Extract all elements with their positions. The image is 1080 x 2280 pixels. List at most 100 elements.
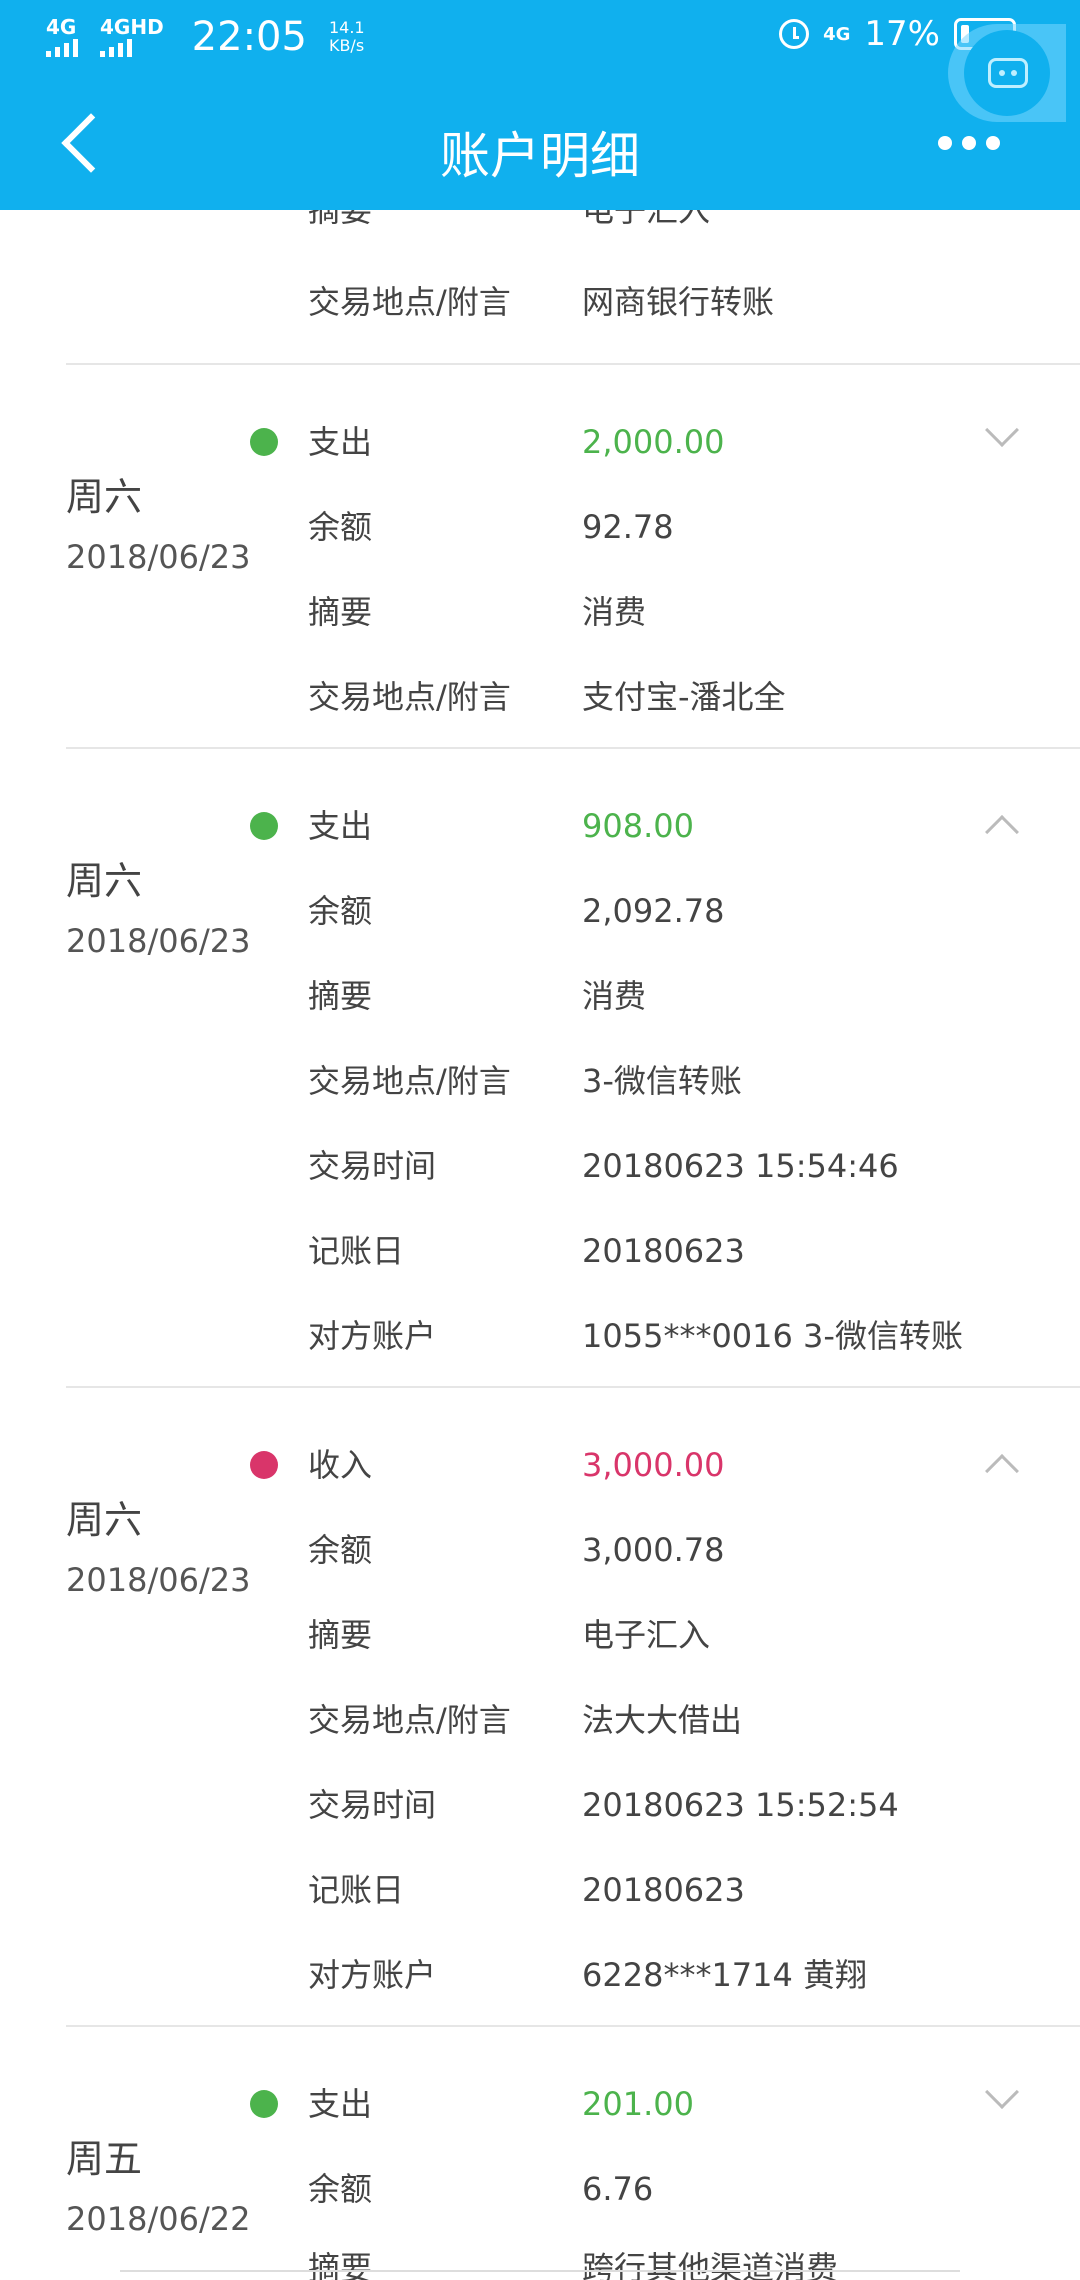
signal-icon-1: 4G: [46, 17, 78, 57]
row-value: 电子汇入: [582, 1616, 711, 1654]
assistant-robot-button[interactable]: [948, 24, 1066, 122]
weekday: 周六: [66, 1498, 143, 1542]
detail-row: 交易时间 20180623 15:52:54: [308, 1775, 1068, 1835]
detail-row: 交易地点/附言 支付宝-潘北全: [308, 667, 1068, 727]
row-label: 余额: [308, 508, 373, 546]
row-label: 交易地点/附言: [308, 1062, 511, 1100]
detail-row: 交易地点/附言 法大大借出: [308, 1690, 1068, 1750]
row-value: 消费: [582, 593, 647, 631]
date: 2018/06/22: [66, 2200, 251, 2238]
nav-bar: 账户明细: [0, 80, 1080, 210]
transaction-record[interactable]: 周六 2018/06/23 收入 3,000.00 余额 3,000.78 摘要…: [0, 1387, 1080, 2025]
row-label: 摘要: [308, 977, 373, 1015]
row-label: 余额: [308, 1531, 373, 1569]
alarm-icon: [779, 19, 810, 49]
row-label: 记账日: [308, 1232, 405, 1270]
network-type-label: 4G: [46, 15, 77, 39]
detail-row: 记账日 20180623: [308, 1221, 1068, 1281]
speed-unit: KB/s: [328, 36, 365, 55]
row-label: 交易时间: [308, 1786, 437, 1824]
detail-row: 摘要 消费: [308, 966, 1068, 1026]
row-value: 20180623: [582, 1871, 745, 1909]
row-label: 交易地点/附言: [308, 678, 511, 716]
transaction-record[interactable]: 周六 2018/06/23 支出 2,000.00 余额 92.78 摘要 消费…: [0, 364, 1080, 747]
battery-percent: 17%: [864, 14, 940, 54]
robot-icon: [964, 30, 1050, 116]
row-value: 法大大借出: [582, 1701, 743, 1739]
row-label: 摘要: [308, 1616, 373, 1654]
row-value: 3-微信转账: [582, 1062, 742, 1100]
detail-row: 对方账户 6228***1714 黄翔: [308, 1945, 1068, 2005]
transaction-record[interactable]: 周六 2018/06/23 支出 908.00 余额 2,092.78 摘要 消…: [0, 748, 1080, 1386]
network-4g-label: 4G: [823, 23, 851, 45]
row-label: 交易地点/附言: [308, 1701, 511, 1739]
detail-row: 交易地点/附言 3-微信转账: [308, 1051, 1068, 1111]
row-label: 余额: [308, 2170, 373, 2208]
page-title: 账户明细: [440, 127, 640, 185]
expense-dot-icon: [250, 428, 278, 456]
status-bar: 4G 4GHD 22:05 14.1 KB/s 4G 17%: [0, 0, 1080, 80]
row-label: 支出: [308, 807, 373, 845]
row-value: 网商银行转账: [582, 283, 775, 321]
row-value: 电子汇入: [582, 210, 711, 229]
status-time: 22:05: [191, 14, 307, 60]
detail-row: 余额 92.78: [308, 497, 1068, 557]
income-dot-icon: [250, 1451, 278, 1479]
detail-row: 交易时间 20180623 15:54:46: [308, 1136, 1068, 1196]
row-label: 余额: [308, 892, 373, 930]
detail-row: 摘要 消费: [308, 582, 1068, 642]
detail-row: 支出 2,000.00: [308, 412, 1068, 472]
row-label: 支出: [308, 2085, 373, 2123]
expense-dot-icon: [250, 2090, 278, 2118]
more-dots-icon[interactable]: [938, 136, 1000, 150]
speed-value: 14.1: [328, 18, 365, 37]
row-value: 支付宝-潘北全: [582, 678, 786, 716]
row-value: 20180623 15:52:54: [582, 1786, 899, 1824]
row-label: 收入: [308, 1446, 373, 1484]
row-value: 6228***1714 黄翔: [582, 1956, 868, 1994]
detail-row: 交易地点/附言 网商银行转账: [308, 272, 1068, 332]
row-value: 92.78: [582, 508, 674, 546]
network-type-label: 4GHD: [100, 15, 164, 39]
detail-row: 支出 201.00: [308, 2074, 1068, 2134]
row-label: 摘要: [308, 593, 373, 631]
detail-row: 摘要 电子汇入: [308, 1605, 1068, 1665]
row-label: 记账日: [308, 1871, 405, 1909]
detail-row: 对方账户 1055***0016 3-微信转账: [308, 1306, 1068, 1366]
row-label: 交易地点/附言: [308, 283, 511, 321]
detail-row: 余额 6.76: [308, 2159, 1068, 2219]
row-label: 对方账户: [308, 1317, 437, 1355]
detail-row: 余额 3,000.78: [308, 1520, 1068, 1580]
network-speed: 14.1 KB/s: [329, 19, 365, 55]
amount-value: 2,000.00: [582, 423, 725, 461]
row-value: 1055***0016 3-微信转账: [582, 1317, 963, 1355]
row-value: 消费: [582, 977, 647, 1015]
date: 2018/06/23: [66, 538, 251, 576]
row-label: 摘要: [308, 210, 373, 229]
bottom-bar-hint: [120, 2270, 960, 2280]
date: 2018/06/23: [66, 1561, 251, 1599]
weekday: 周六: [66, 475, 143, 519]
row-value: 6.76: [582, 2170, 654, 2208]
signal-icon-2: 4GHD: [100, 17, 164, 57]
row-value: 20180623 15:54:46: [582, 1147, 899, 1185]
row-value: 2,092.78: [582, 892, 725, 930]
status-left: 4G 4GHD 22:05 14.1 KB/s: [46, 14, 365, 60]
date: 2018/06/23: [66, 922, 251, 960]
expense-dot-icon: [250, 812, 278, 840]
row-label: 对方账户: [308, 1956, 437, 1994]
row-label: 交易时间: [308, 1147, 437, 1185]
row-label: 支出: [308, 423, 373, 461]
row-value: 20180623: [582, 1232, 745, 1270]
detail-row: 支出 908.00: [308, 796, 1068, 856]
weekday: 周五: [66, 2137, 143, 2181]
weekday: 周六: [66, 859, 143, 903]
row-value: 3,000.78: [582, 1531, 725, 1569]
amount-value: 908.00: [582, 807, 694, 845]
transaction-record[interactable]: 周五 2018/06/22 支出 201.00 余额 6.76 摘要 跨行其他渠…: [0, 2026, 1080, 2280]
detail-row: 摘要 电子汇入: [308, 210, 1068, 240]
detail-row: 收入 3,000.00: [308, 1435, 1068, 1495]
amount-value: 3,000.00: [582, 1446, 725, 1484]
amount-value: 201.00: [582, 2085, 694, 2123]
detail-row: 记账日 20180623: [308, 1860, 1068, 1920]
